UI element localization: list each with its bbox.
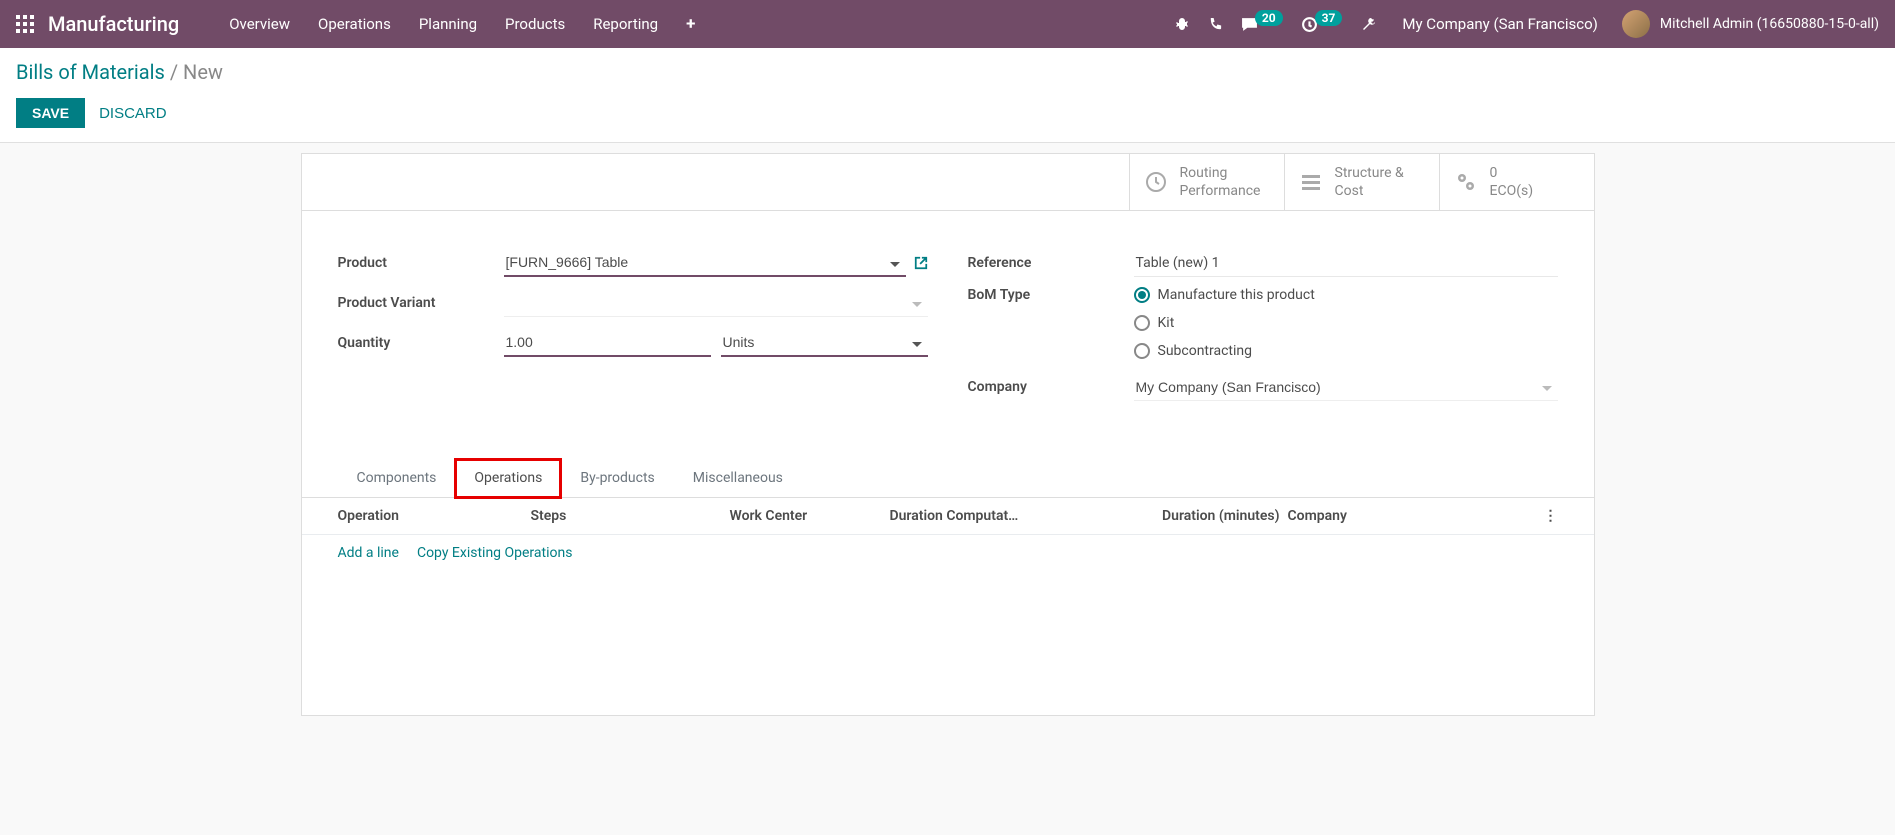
copy-operations-link[interactable]: Copy Existing Operations (417, 545, 573, 561)
th-work-center[interactable]: Work Center (730, 508, 890, 524)
label-variant: Product Variant (338, 295, 504, 311)
tab-miscellaneous[interactable]: Miscellaneous (674, 459, 802, 497)
messaging-badge: 20 (1255, 10, 1283, 26)
product-input[interactable] (504, 249, 906, 277)
external-link-icon[interactable] (914, 256, 928, 270)
stat-structure-cost[interactable]: Structure & Cost (1284, 154, 1439, 210)
menu-operations[interactable]: Operations (304, 15, 405, 33)
radio-kit[interactable]: Kit (1134, 315, 1558, 331)
menu-reporting[interactable]: Reporting (579, 15, 672, 33)
radio-icon (1134, 315, 1150, 331)
label-company: Company (968, 379, 1134, 395)
tab-row: Components Operations By-products Miscel… (302, 459, 1594, 498)
form-sheet: Routing Performance Structure & Cost 0 (301, 153, 1595, 716)
stat-buttons: Routing Performance Structure & Cost 0 (302, 154, 1594, 211)
label-reference: Reference (968, 255, 1134, 271)
th-operation[interactable]: Operation (338, 508, 531, 524)
gears-icon (1454, 170, 1478, 194)
sub-header: Bills of Materials / New SAVE DISCARD (0, 48, 1895, 143)
company-selector[interactable]: My Company (San Francisco) (1402, 15, 1597, 33)
status-icons: 20 37 My Company (San Francisco) Mitchel… (1174, 10, 1879, 38)
stat-eco[interactable]: 0 ECO(s) (1439, 154, 1594, 210)
list-icon (1299, 170, 1323, 194)
radio-manufacture-label: Manufacture this product (1158, 287, 1315, 303)
apps-icon[interactable] (16, 15, 34, 33)
app-title[interactable]: Manufacturing (48, 12, 179, 36)
stat-routing-line1: Routing (1180, 164, 1261, 182)
breadcrumb-sep: / (170, 60, 183, 84)
quantity-input[interactable] (504, 329, 711, 357)
stat-eco-count: 0 (1490, 164, 1534, 182)
label-quantity: Quantity (338, 335, 504, 351)
company-input[interactable] (1134, 374, 1558, 401)
activity-icon[interactable]: 37 (1301, 16, 1343, 33)
tab-byproducts[interactable]: By-products (561, 459, 673, 497)
kebab-icon[interactable]: ⋮ (1538, 508, 1558, 524)
menu-planning[interactable]: Planning (405, 15, 491, 33)
variant-input[interactable] (504, 290, 928, 317)
th-duration-computation[interactable]: Duration Computat… (890, 508, 1135, 524)
stat-structure-line1: Structure & (1335, 164, 1404, 182)
label-bom-type: BoM Type (968, 287, 1134, 303)
th-duration-minutes[interactable]: Duration (minutes) (1135, 508, 1280, 524)
save-button[interactable]: SAVE (16, 98, 85, 128)
top-nav: Manufacturing Overview Operations Planni… (0, 0, 1895, 48)
radio-subcontracting-label: Subcontracting (1158, 343, 1253, 359)
user-name: Mitchell Admin (16650880-15-0-all) (1660, 16, 1879, 32)
stat-structure-line2: Cost (1335, 182, 1404, 200)
phone-icon[interactable] (1208, 17, 1223, 32)
stat-routing-performance[interactable]: Routing Performance (1129, 154, 1284, 210)
discard-button[interactable]: DISCARD (99, 105, 167, 122)
avatar (1622, 10, 1650, 38)
menu-overview[interactable]: Overview (215, 15, 304, 33)
user-menu[interactable]: Mitchell Admin (16650880-15-0-all) (1622, 10, 1879, 38)
reference-value[interactable]: Table (new) 1 (1134, 250, 1558, 277)
tab-operations[interactable]: Operations (455, 459, 561, 498)
breadcrumb-current: New (183, 60, 223, 84)
activity-badge: 37 (1315, 10, 1343, 26)
add-line-link[interactable]: Add a line (338, 545, 399, 561)
menu-add-icon[interactable]: + (672, 14, 709, 34)
breadcrumb-root[interactable]: Bills of Materials (16, 60, 165, 84)
breadcrumb: Bills of Materials / New (16, 60, 1879, 84)
th-company[interactable]: Company (1280, 508, 1538, 524)
radio-icon (1134, 343, 1150, 359)
debug-icon[interactable] (1174, 16, 1190, 32)
tools-icon[interactable] (1360, 16, 1376, 32)
messaging-icon[interactable]: 20 (1241, 16, 1283, 33)
radio-kit-label: Kit (1158, 315, 1175, 331)
label-product: Product (338, 255, 504, 271)
stat-eco-label: ECO(s) (1490, 182, 1534, 200)
radio-subcontracting[interactable]: Subcontracting (1134, 343, 1558, 359)
stat-routing-line2: Performance (1180, 182, 1261, 200)
clock-icon (1144, 170, 1168, 194)
th-steps[interactable]: Steps (531, 508, 730, 524)
radio-manufacture[interactable]: Manufacture this product (1134, 287, 1558, 303)
table-header: Operation Steps Work Center Duration Com… (302, 498, 1594, 535)
radio-icon (1134, 287, 1150, 303)
tab-components[interactable]: Components (338, 459, 456, 497)
menu-products[interactable]: Products (491, 15, 579, 33)
quantity-unit-input[interactable] (721, 329, 928, 357)
